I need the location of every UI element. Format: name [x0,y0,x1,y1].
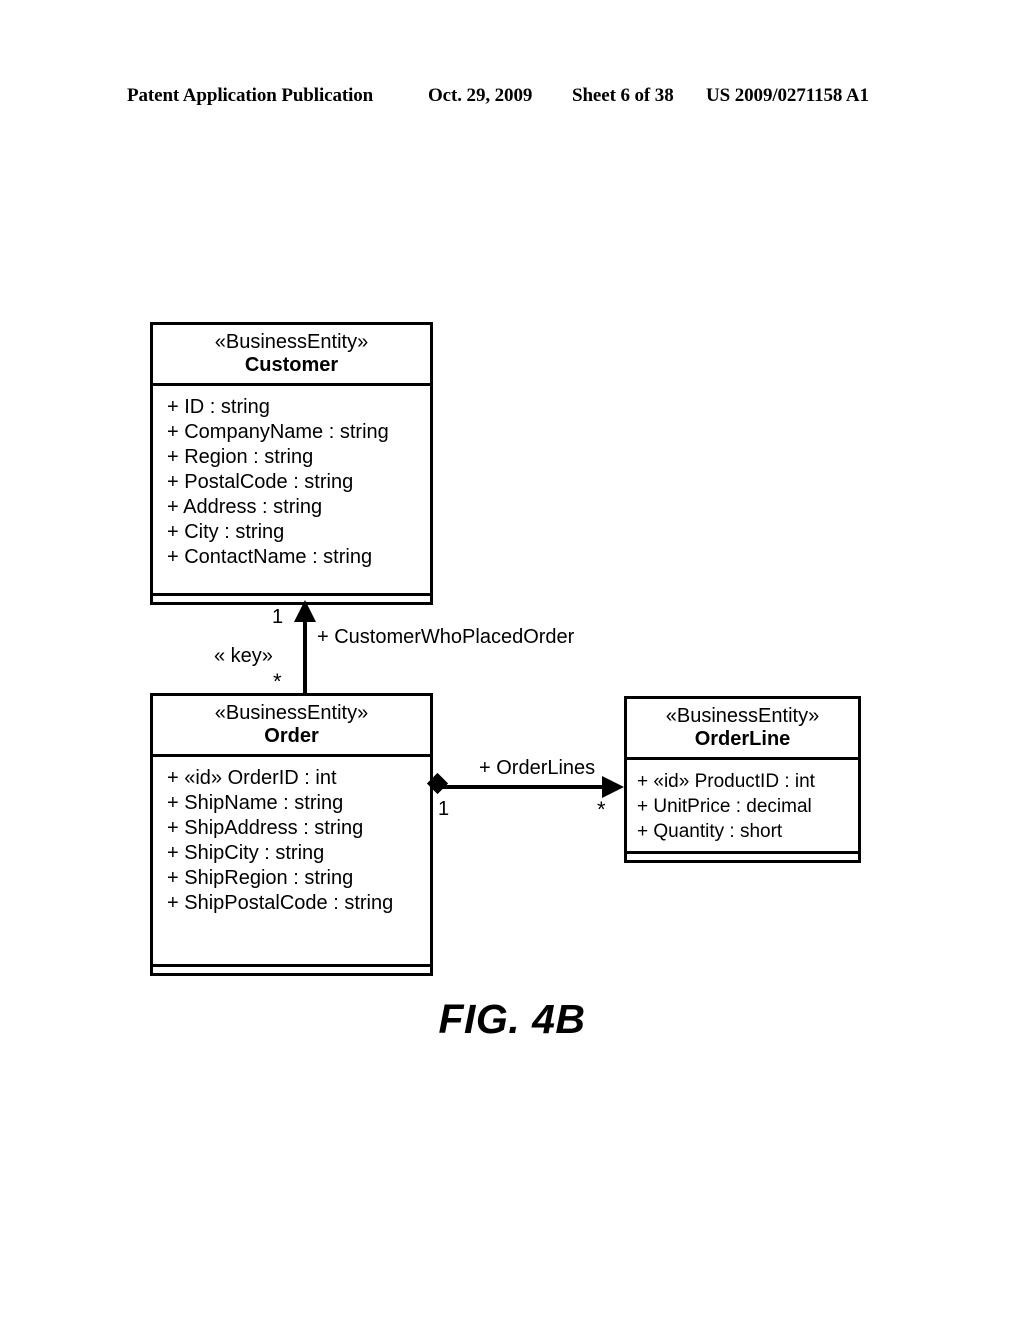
uml-class-order-stereotype: «BusinessEntity» [214,702,369,724]
uml-attribute: + ShipAddress : string [167,817,364,839]
uml-class-orderline-operations [627,851,858,860]
arrowhead-icon-order-customer [294,600,316,622]
uml-attribute: + UnitPrice : decimal [637,796,812,817]
multiplicity-order-end: * [273,669,282,694]
uml-attribute: + ShipRegion : string [167,867,354,889]
uml-class-customer-attributes: + ID : string + CompanyName : string + R… [153,386,430,593]
uml-attribute: + «id» ProductID : int [637,771,815,792]
uml-attribute: + Address : string [167,496,323,518]
multiplicity-order-aggregate: 1 [438,798,450,820]
uml-class-order-attributes: + «id» OrderID : int + ShipName : string… [153,757,430,964]
uml-attribute: + Quantity : short [637,821,783,842]
uml-class-orderline-name: OrderLine [694,728,791,750]
uml-attribute: + ID : string [167,396,270,418]
uml-class-orderline-attributes: + «id» ProductID : int + UnitPrice : dec… [627,760,858,851]
multiplicity-customer-end: 1 [272,606,284,628]
uml-attribute: + City : string [167,521,285,543]
association-role-customer-who-placed-order: + CustomerWhoPlacedOrder [317,626,575,648]
uml-class-diagram: «BusinessEntity» Customer + ID : string … [0,0,1024,1320]
uml-class-order-name: Order [264,725,319,747]
uml-attribute: + «id» OrderID : int [167,767,337,789]
uml-class-order-title: «BusinessEntity» Order [153,696,430,757]
multiplicity-orderline-end: * [597,797,606,822]
uml-class-orderline-title: «BusinessEntity» OrderLine [627,699,858,760]
uml-class-order: «BusinessEntity» Order + «id» OrderID : … [150,693,433,976]
uml-attribute: + CompanyName : string [167,421,389,443]
uml-class-orderline: «BusinessEntity» OrderLine + «id» Produc… [624,696,861,863]
uml-class-order-operations [153,964,430,973]
uml-attribute: + PostalCode : string [167,471,354,493]
arrowhead-icon-order-orderline [602,776,624,798]
uml-class-customer-operations [153,593,430,602]
uml-class-customer: «BusinessEntity» Customer + ID : string … [150,322,433,605]
uml-class-orderline-stereotype: «BusinessEntity» [665,705,820,727]
uml-class-customer-name: Customer [244,354,339,376]
association-line-order-orderline [440,785,618,789]
uml-attribute: + ShipName : string [167,792,344,814]
uml-attribute: + ShipCity : string [167,842,325,864]
uml-attribute: + ContactName : string [167,546,373,568]
association-role-orderlines: + OrderLines [479,757,596,779]
figure-caption: FIG. 4B [438,996,586,1042]
uml-attribute: + ShipPostalCode : string [167,892,394,914]
uml-class-customer-stereotype: «BusinessEntity» [214,331,369,353]
association-stereotype-key: « key» [214,645,273,667]
uml-attribute: + Region : string [167,446,314,468]
uml-class-customer-title: «BusinessEntity» Customer [153,325,430,386]
